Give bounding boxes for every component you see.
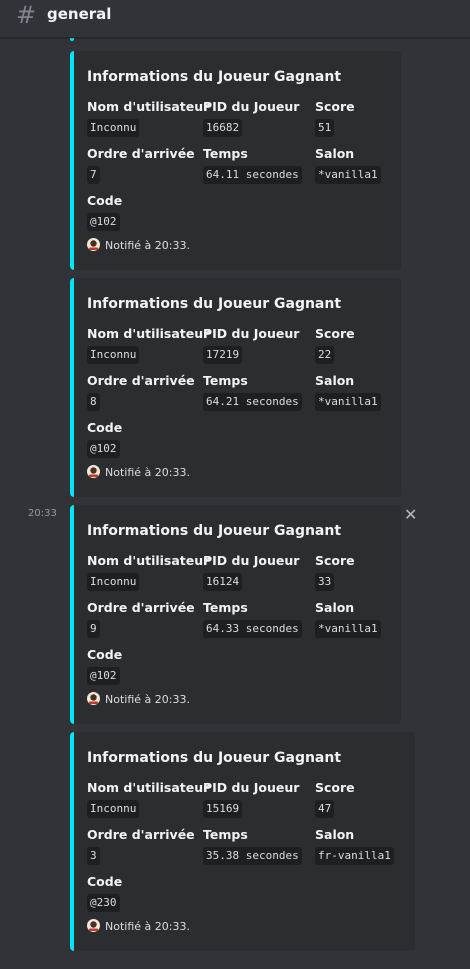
embed-card: Informations du Joueur Gagnant Nom d'uti…: [70, 51, 401, 270]
field-name-order: Ordre d'arrivée: [87, 373, 195, 388]
footer-avatar-icon: [87, 919, 100, 932]
field-value-pid: 16682: [203, 119, 243, 137]
field-value-score: 33: [315, 573, 335, 591]
field-value-pid: 17219: [203, 346, 243, 364]
field-name-order: Ordre d'arrivée: [87, 146, 195, 161]
field-value-room: *vanilla1: [315, 393, 381, 411]
embed-footer: Notifié à 20:33.: [87, 919, 190, 933]
field-value-room: *vanilla1: [315, 620, 381, 638]
field-name-order: Ordre d'arrivée: [87, 827, 195, 842]
field-value-room: fr-vanilla1: [315, 847, 394, 865]
field-name-room: Salon: [315, 373, 355, 388]
field-value-time: 64.33 secondes: [203, 620, 302, 638]
field-value-code: @230: [87, 894, 120, 912]
field-value-username: Inconnu: [87, 800, 140, 818]
footer-avatar-icon: [87, 238, 100, 251]
embed-footer: Notifié à 20:33.: [87, 238, 190, 252]
field-name-pid: PID du Joueur: [203, 326, 300, 341]
hashtag-icon: #: [16, 1, 37, 29]
channel-name: general: [47, 5, 112, 23]
field-name-code: Code: [87, 874, 123, 889]
field-name-code: Code: [87, 647, 123, 662]
field-value-pid: 15169: [203, 800, 243, 818]
field-name-pid: PID du Joueur: [203, 780, 300, 795]
embed-footer: Notifié à 20:33.: [87, 465, 190, 479]
field-name-time: Temps: [203, 827, 248, 842]
footer-text: Notifié à 20:33.: [105, 693, 190, 706]
field-value-code: @102: [87, 440, 120, 458]
footer-text: Notifié à 20:33.: [105, 239, 190, 252]
field-value-time: 35.38 secondes: [203, 847, 302, 865]
field-name-score: Score: [315, 553, 355, 568]
field-name-username: Nom d'utilisateur: [87, 326, 210, 341]
field-name-score: Score: [315, 780, 355, 795]
field-name-time: Temps: [203, 600, 248, 615]
field-name-order: Ordre d'arrivée: [87, 600, 195, 615]
field-name-time: Temps: [203, 373, 248, 388]
field-value-room: *vanilla1: [315, 166, 381, 184]
field-value-time: 64.21 secondes: [203, 393, 302, 411]
embed-card: Informations du Joueur Gagnant Nom d'uti…: [70, 278, 401, 497]
footer-text: Notifié à 20:33.: [105, 466, 190, 479]
field-value-code: @102: [87, 213, 120, 231]
embed-card: Informations du Joueur Gagnant Nom d'uti…: [70, 505, 401, 724]
close-icon[interactable]: ✕: [404, 505, 417, 524]
field-value-score: 51: [315, 119, 335, 137]
field-value-code: @102: [87, 667, 120, 685]
footer-text: Notifié à 20:33.: [105, 920, 190, 933]
field-name-score: Score: [315, 326, 355, 341]
field-value-score: 47: [315, 800, 335, 818]
field-value-username: Inconnu: [87, 119, 140, 137]
field-value-score: 22: [315, 346, 335, 364]
field-name-room: Salon: [315, 146, 355, 161]
field-name-room: Salon: [315, 600, 355, 615]
field-value-username: Inconnu: [87, 346, 140, 364]
embed-title: Informations du Joueur Gagnant: [87, 523, 342, 539]
channel-header: # general: [0, 0, 470, 38]
embed-footer: Notifié à 20:33.: [87, 692, 190, 706]
field-name-pid: PID du Joueur: [203, 553, 300, 568]
embed-card: Informations du Joueur Gagnant Nom d'uti…: [70, 732, 415, 951]
field-name-username: Nom d'utilisateur: [87, 780, 210, 795]
field-name-username: Nom d'utilisateur: [87, 553, 210, 568]
field-value-pid: 16124: [203, 573, 243, 591]
field-value-order: 9: [87, 620, 100, 638]
embed-title: Informations du Joueur Gagnant: [87, 296, 342, 312]
field-name-score: Score: [315, 99, 355, 114]
field-name-code: Code: [87, 193, 123, 208]
field-value-order: 7: [87, 166, 100, 184]
field-value-time: 64.11 secondes: [203, 166, 302, 184]
field-name-room: Salon: [315, 827, 355, 842]
message-timestamp[interactable]: 20:33: [28, 508, 57, 519]
field-name-code: Code: [87, 420, 123, 435]
field-name-pid: PID du Joueur: [203, 99, 300, 114]
field-value-username: Inconnu: [87, 573, 140, 591]
field-value-order: 8: [87, 393, 100, 411]
field-value-order: 3: [87, 847, 100, 865]
field-name-time: Temps: [203, 146, 248, 161]
footer-avatar-icon: [87, 692, 100, 705]
footer-avatar-icon: [87, 465, 100, 478]
embed-title: Informations du Joueur Gagnant: [87, 750, 342, 766]
embed-title: Informations du Joueur Gagnant: [87, 69, 342, 85]
field-name-username: Nom d'utilisateur: [87, 99, 210, 114]
